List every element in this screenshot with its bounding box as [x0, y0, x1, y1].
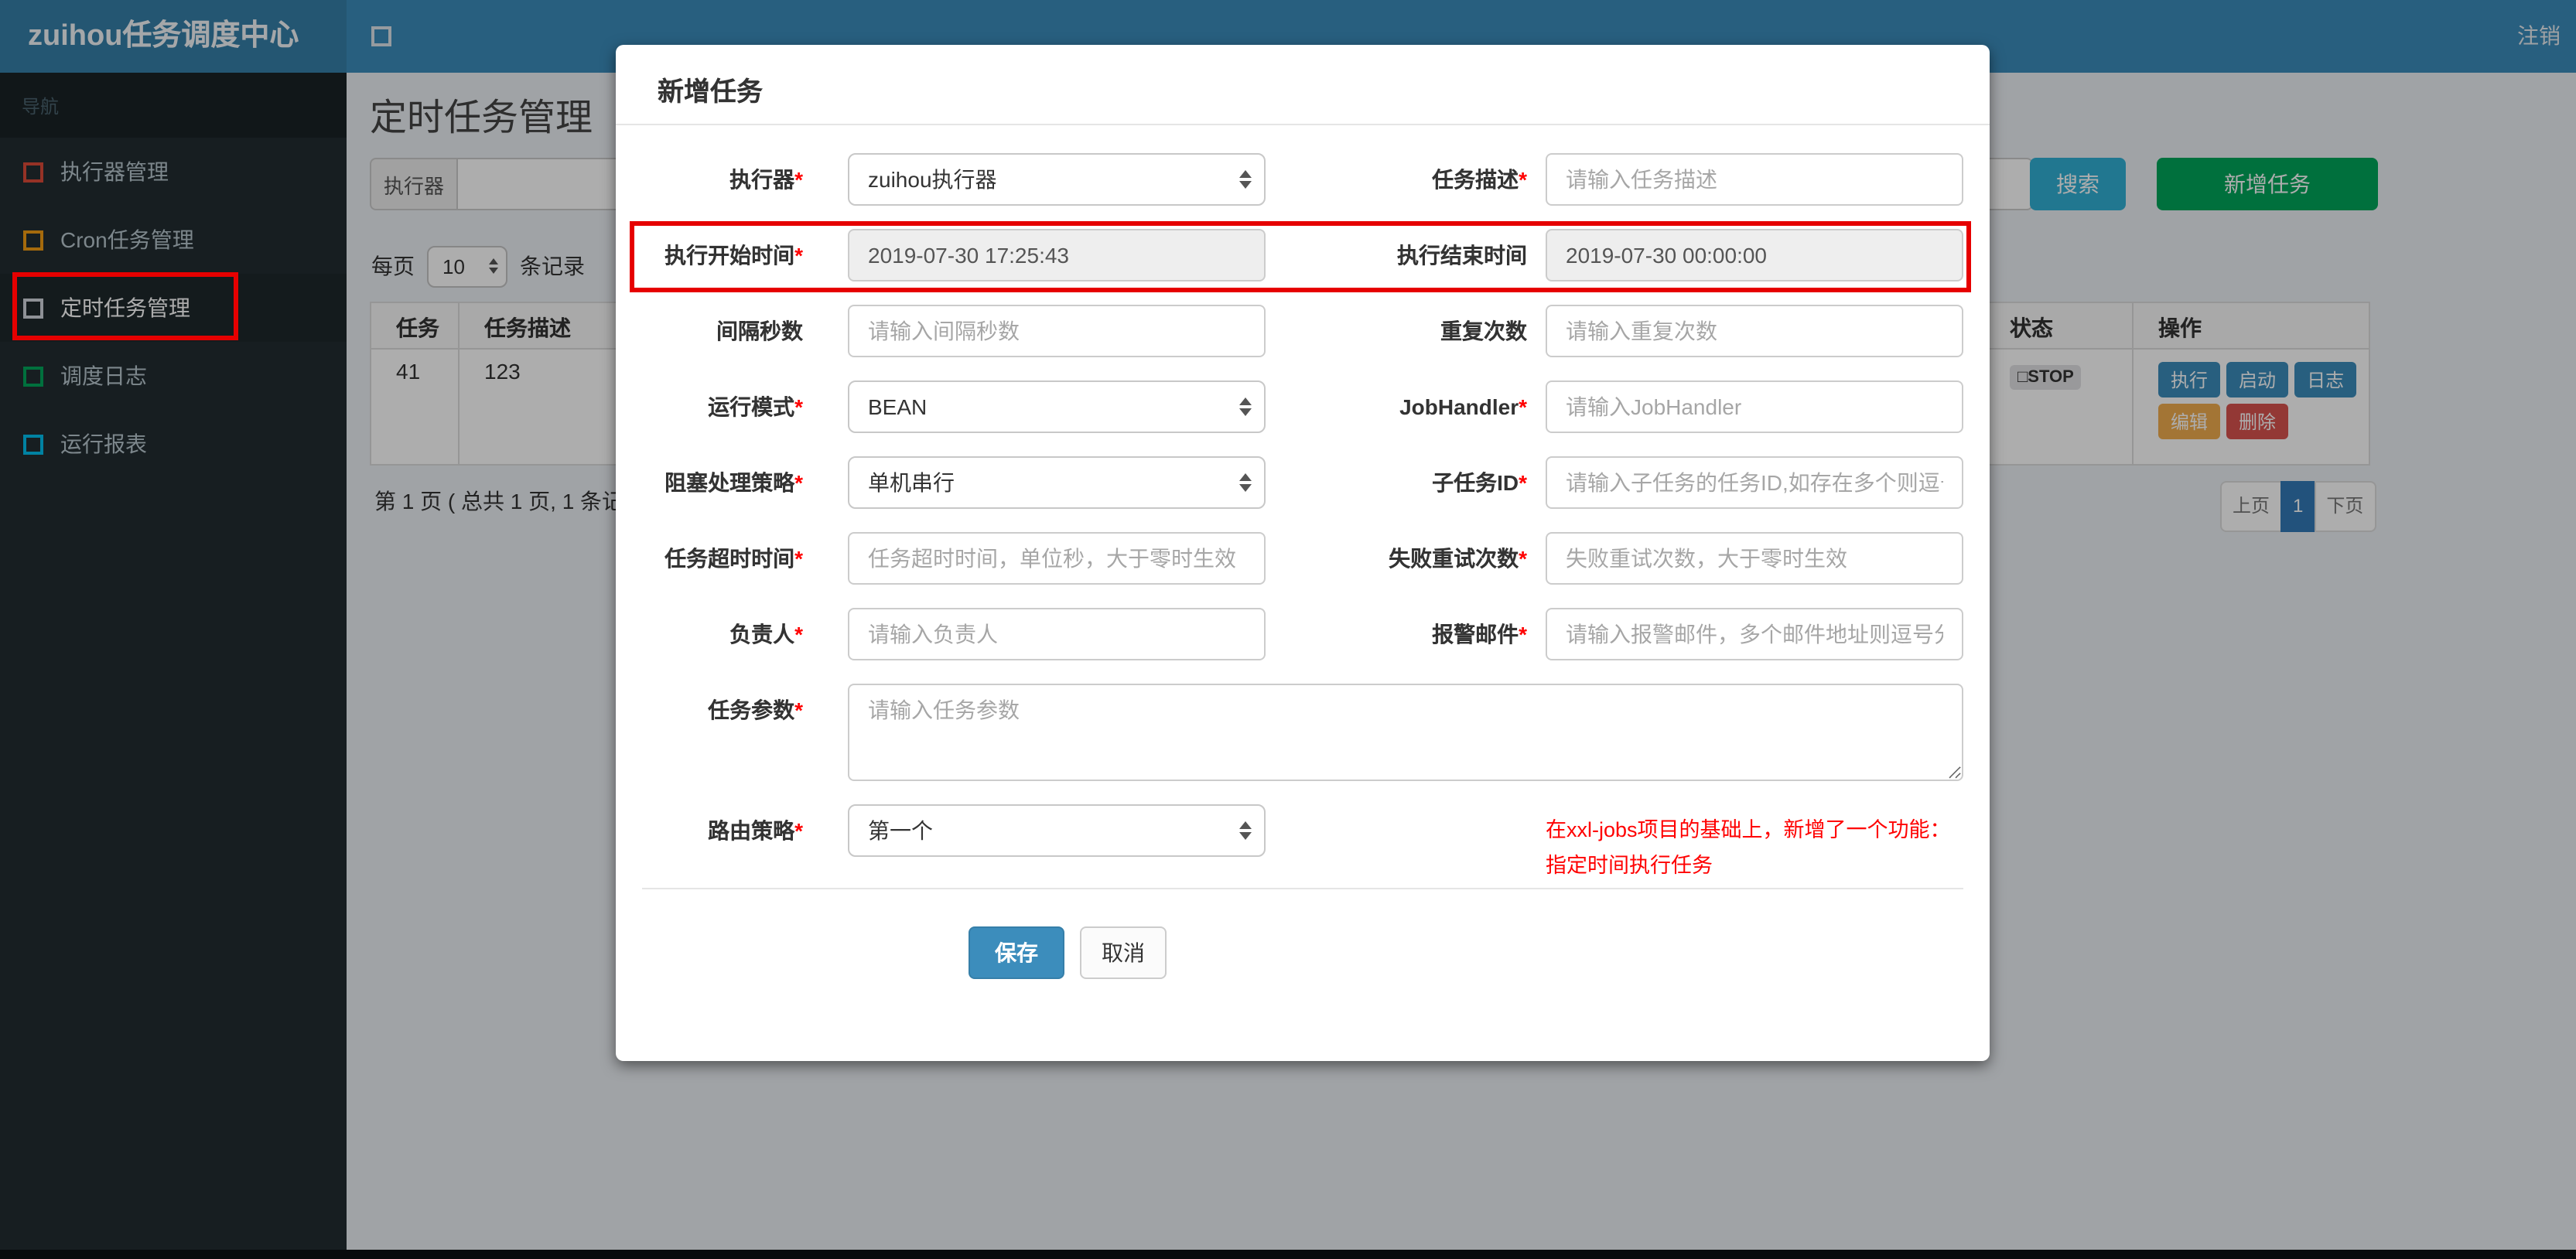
field-label-start-time: 执行开始时间*: [664, 243, 803, 268]
add-task-modal: 新增任务 执行器* zuihou执行器 任务描述* 执行开始时间* 执行结束时间…: [616, 45, 1990, 1061]
field-label-task-timeout: 任务超时时间*: [664, 546, 803, 571]
modal-footer: 保存 取消: [642, 889, 1963, 979]
field-label-interval-seconds: 间隔秒数: [716, 319, 803, 343]
field-label-fail-retry-count: 失败重试次数*: [1389, 546, 1527, 571]
annotation-note-line1: 在xxl-jobs项目的基础上，新增了一个功能：: [1546, 818, 1951, 841]
executor-select-value: zuihou执行器: [868, 167, 997, 192]
task-desc-input[interactable]: [1546, 153, 1963, 206]
block-strategy-select-value: 单机串行: [868, 470, 955, 495]
end-time-input[interactable]: [1546, 229, 1963, 281]
executor-select[interactable]: zuihou执行器: [848, 153, 1266, 206]
annotation-note: 在xxl-jobs项目的基础上，新增了一个功能： 指定时间执行任务: [1546, 812, 1987, 883]
field-label-jobhandler: JobHandler*: [1399, 394, 1527, 419]
field-label-executor: 执行器*: [729, 167, 803, 192]
field-label-owner: 负责人*: [729, 622, 803, 647]
modal-title: 新增任务: [658, 77, 763, 107]
form-row-6: 任务超时时间* 失败重试次数*: [642, 532, 1963, 585]
repeat-count-input[interactable]: [1546, 305, 1963, 357]
jobhandler-input[interactable]: [1546, 380, 1963, 433]
field-label-task-params: 任务参数*: [708, 698, 803, 722]
annotation-note-line2: 指定时间执行任务: [1546, 854, 1713, 877]
form-row-2: 执行开始时间* 执行结束时间: [642, 229, 1963, 281]
form-row-5: 阻塞处理策略* 单机串行 子任务ID*: [642, 456, 1963, 509]
child-task-id-input[interactable]: [1546, 456, 1963, 509]
cancel-button[interactable]: 取消: [1080, 926, 1167, 979]
save-button[interactable]: 保存: [969, 926, 1064, 979]
modal-header: 新增任务: [616, 45, 1990, 125]
start-time-input[interactable]: [848, 229, 1266, 281]
field-label-route-strategy: 路由策略*: [708, 818, 803, 843]
form-row-4: 运行模式* BEAN JobHandler*: [642, 380, 1963, 433]
field-label-repeat-count: 重复次数: [1440, 319, 1527, 343]
select-arrows-icon: [1239, 473, 1252, 492]
form-row-3: 间隔秒数 重复次数: [642, 305, 1963, 357]
select-arrows-icon: [1239, 821, 1252, 840]
block-strategy-select[interactable]: 单机串行: [848, 456, 1266, 509]
field-label-end-time: 执行结束时间: [1397, 243, 1527, 268]
fail-retry-count-input[interactable]: [1546, 532, 1963, 585]
run-mode-select-value: BEAN: [868, 394, 928, 419]
form-row-1: 执行器* zuihou执行器 任务描述*: [642, 153, 1963, 206]
task-timeout-input[interactable]: [848, 532, 1266, 585]
field-label-run-mode: 运行模式*: [708, 394, 803, 419]
task-params-textarea[interactable]: [848, 684, 1963, 781]
field-label-block-strategy: 阻塞处理策略*: [664, 470, 803, 495]
field-label-task-desc: 任务描述*: [1432, 167, 1527, 192]
app-root: zuihou任务调度中心 注销 导航 执行器管理 Cron任务管理 定时任务管理…: [0, 0, 2576, 1259]
route-strategy-select[interactable]: 第一个: [848, 804, 1266, 857]
field-label-child-task-id: 子任务ID*: [1432, 470, 1527, 495]
interval-seconds-input[interactable]: [848, 305, 1266, 357]
select-arrows-icon: [1239, 397, 1252, 416]
select-arrows-icon: [1239, 170, 1252, 189]
alarm-email-input[interactable]: [1546, 608, 1963, 660]
form-row-8: 任务参数*: [642, 684, 1963, 781]
field-label-alarm-email: 报警邮件*: [1432, 622, 1527, 647]
owner-input[interactable]: [848, 608, 1266, 660]
route-strategy-select-value: 第一个: [868, 818, 933, 843]
form-row-7: 负责人* 报警邮件*: [642, 608, 1963, 660]
run-mode-select[interactable]: BEAN: [848, 380, 1266, 433]
